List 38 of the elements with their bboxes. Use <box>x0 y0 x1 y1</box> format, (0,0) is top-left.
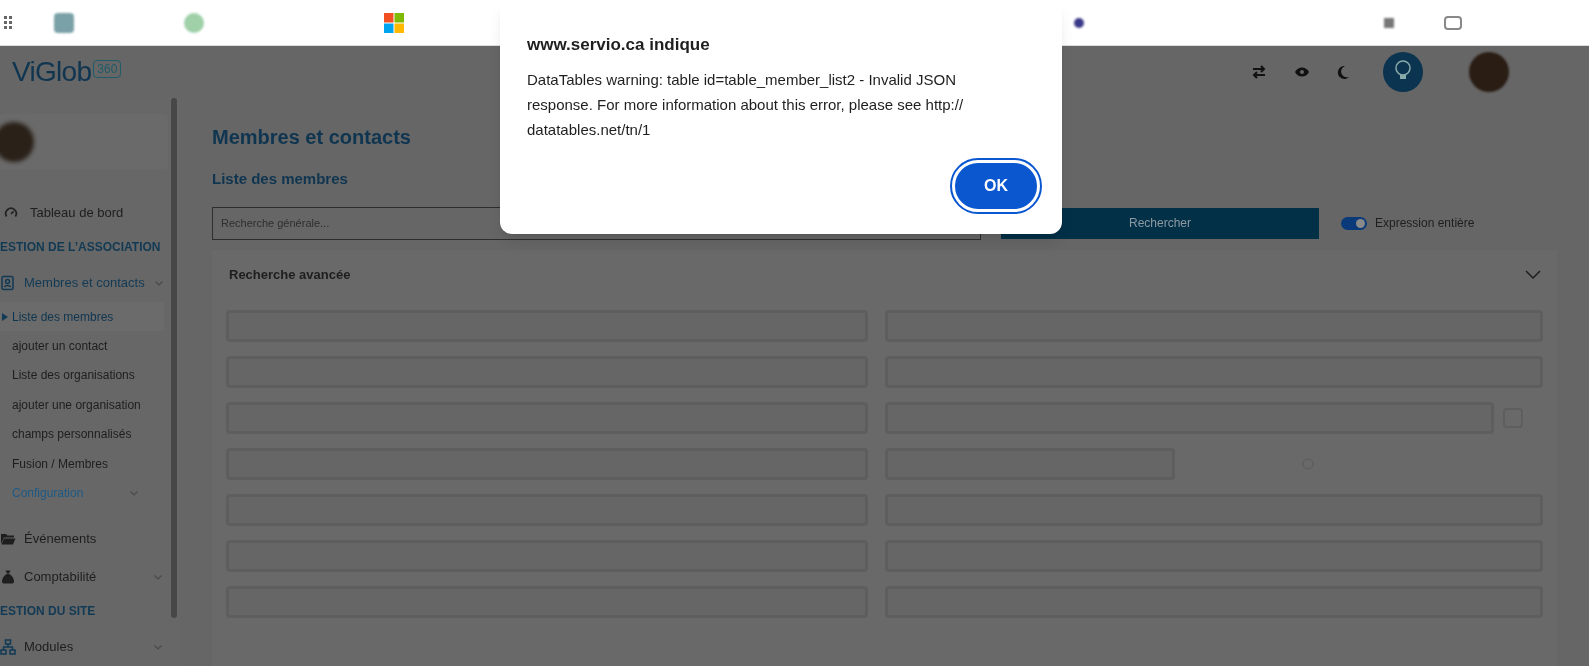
dialog-title: www.servio.ca indique <box>527 34 711 56</box>
sidebar-subitem[interactable]: Liste des membres <box>0 302 164 332</box>
swap-arrows-icon[interactable] <box>1251 64 1267 80</box>
section-title: Liste des membres <box>212 169 348 189</box>
sidebar-subitem[interactable]: ajouter une organisation <box>0 390 164 420</box>
apps-grid-icon[interactable] <box>4 15 12 30</box>
organization-logo-icon[interactable] <box>1383 52 1423 92</box>
sidebar-subitem[interactable]: ajouter un contact <box>0 331 164 361</box>
toggle-label: Expression entière <box>1375 215 1475 232</box>
chevron-down-icon <box>1525 269 1541 280</box>
ok-button[interactable]: OK <box>952 159 1040 212</box>
avatar <box>0 121 34 162</box>
contact-card-icon <box>0 275 16 291</box>
logo: ViGlob 360 <box>12 51 122 93</box>
money-bag-icon <box>0 568 16 585</box>
dialog-message: DataTables warning: table id=table_member_list2 - Invalid JSON response. For more information about this error, please see http:// datatables.net/tn/1 <box>527 69 965 140</box>
scrollbar[interactable] <box>171 98 177 618</box>
moon-icon[interactable] <box>1337 65 1349 79</box>
caret-right-icon <box>2 312 8 321</box>
sidebar-item[interactable]: Membres et contacts <box>0 264 164 302</box>
page-title: Membres et contacts <box>212 125 411 150</box>
eye-icon[interactable] <box>1295 67 1309 77</box>
sidebar-section-heading: ESTION DU SITE <box>0 602 97 620</box>
sidebar-subitem[interactable]: champs personnalisés <box>0 419 164 449</box>
bookmark-icon[interactable] <box>1074 17 1084 28</box>
sidebar-item[interactable]: Comptabilité <box>0 557 164 596</box>
toggle-switch[interactable] <box>1341 216 1367 230</box>
sidebar-subitem[interactable]: Liste des organisations <box>0 360 164 391</box>
sidebar-item[interactable]: Modules <box>0 627 164 666</box>
folder-icon[interactable] <box>1444 15 1462 30</box>
gauge-icon <box>4 206 18 220</box>
sidebar-section-heading: ESTION DE L’ASSOCIATION <box>0 239 162 256</box>
user-avatar[interactable] <box>1469 52 1509 92</box>
advanced-search-header[interactable]: Recherche avancée <box>226 249 1543 300</box>
sidebar-subitem[interactable]: Fusion / Membres <box>0 448 164 479</box>
sidebar-item[interactable]: Tableau de bord <box>0 194 164 232</box>
sitemap-icon <box>0 638 16 655</box>
sidebar-item[interactable]: Événements <box>0 519 164 558</box>
